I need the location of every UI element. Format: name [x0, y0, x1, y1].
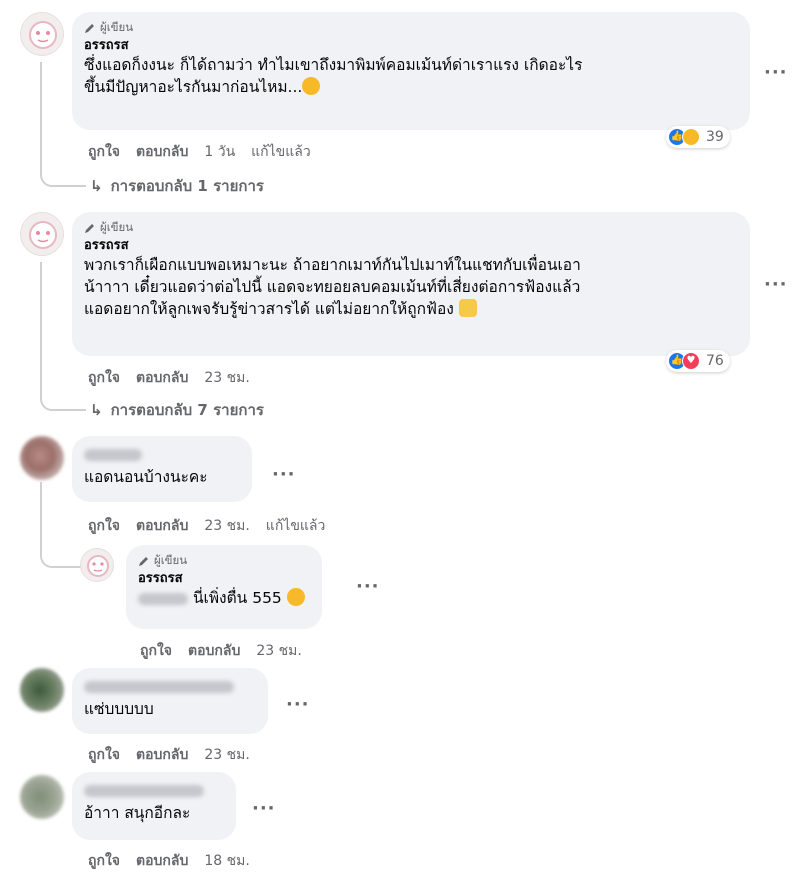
- avatar[interactable]: [20, 212, 64, 256]
- comment-bubble: แอดนอนบ้างนะคะ: [72, 436, 252, 502]
- like-button[interactable]: ถูกใจ: [88, 744, 120, 766]
- haha-reaction-icon: [682, 128, 700, 146]
- comment-text: แซ่บบบบบ: [84, 700, 154, 718]
- avatar[interactable]: [20, 436, 64, 480]
- timestamp[interactable]: 23 ชม.: [204, 515, 249, 537]
- comment-text: นี่เพิ่งตื่น 555: [138, 587, 310, 609]
- commenter-name[interactable]: อรรถรส: [84, 37, 738, 54]
- comment-bubble: แซ่บบบบบ: [72, 668, 268, 734]
- reaction-summary[interactable]: 👍 ♥ 76: [666, 350, 730, 372]
- comment-text: ซึ่งแอดก็งงนะ ก็ได้ถามว่า ทำไมเขาถึงมาพิ…: [84, 56, 583, 96]
- comment-actions: ถูกใจ ตอบกลับ 23 ชม.: [88, 744, 250, 766]
- comment-actions: ถูกใจ ตอบกลับ 1 วัน แก้ไขแล้ว: [88, 141, 311, 163]
- pencil-icon: [85, 24, 94, 33]
- more-options-icon[interactable]: ···: [252, 800, 276, 818]
- love-reaction-icon: ♥: [682, 352, 700, 370]
- tagged-user[interactable]: [138, 592, 188, 605]
- comment-actions: ถูกใจ ตอบกลับ 18 ชม.: [88, 850, 250, 872]
- pencil-icon: [85, 224, 94, 233]
- like-button[interactable]: ถูกใจ: [88, 141, 120, 163]
- more-options-icon[interactable]: ···: [272, 466, 296, 484]
- comment-bubble: ผู้เขียน อรรถรส ซึ่งแอดก็งงนะ ก็ได้ถามว่…: [72, 12, 750, 130]
- commenter-name[interactable]: [84, 449, 142, 461]
- like-button[interactable]: ถูกใจ: [88, 515, 120, 537]
- reply-button[interactable]: ตอบกลับ: [136, 367, 188, 389]
- author-badge: ผู้เขียน: [138, 553, 310, 569]
- more-options-icon[interactable]: ···: [764, 276, 788, 294]
- pencil-icon: [139, 557, 148, 566]
- timestamp[interactable]: 23 ชม.: [256, 640, 301, 662]
- comment-actions: ถูกใจ ตอบกลับ 23 ชม.: [88, 367, 250, 389]
- edited-label: แก้ไขแล้ว: [251, 144, 311, 160]
- comment-text: พวกเราก็เผือกแบบพอเหมาะนะ ถ้าอยากเมาท์กั…: [84, 256, 581, 318]
- commenter-name[interactable]: อรรถรส: [138, 570, 310, 587]
- commenter-name[interactable]: [84, 785, 204, 797]
- avatar[interactable]: [20, 775, 64, 819]
- reaction-count: 39: [706, 129, 724, 145]
- author-badge: ผู้เขียน: [84, 20, 738, 36]
- more-options-icon[interactable]: ···: [286, 696, 310, 714]
- avatar[interactable]: [80, 548, 114, 582]
- grinning-emoji-icon: [286, 588, 305, 606]
- commenter-name[interactable]: [84, 681, 234, 693]
- comment-text: อ้าาา สนุกอีกละ: [84, 804, 191, 822]
- view-replies-link[interactable]: ↳ การตอบกลับ 7 รายการ: [90, 398, 264, 422]
- reply-button[interactable]: ตอบกลับ: [136, 850, 188, 872]
- timestamp[interactable]: 1 วัน: [204, 141, 235, 163]
- reaction-summary[interactable]: 👍 39: [666, 126, 730, 148]
- timestamp[interactable]: 18 ชม.: [204, 850, 249, 872]
- timestamp[interactable]: 23 ชม.: [204, 367, 249, 389]
- avatar[interactable]: [20, 12, 64, 56]
- comment-actions: ถูกใจ ตอบกลับ 23 ชม. แก้ไขแล้ว: [88, 515, 325, 537]
- reply-button[interactable]: ตอบกลับ: [188, 640, 240, 662]
- view-replies-link[interactable]: ↳ การตอบกลับ 1 รายการ: [90, 174, 264, 198]
- comment-bubble: อ้าาา สนุกอีกละ: [72, 772, 236, 840]
- comment-actions: ถูกใจ ตอบกลับ 23 ชม.: [140, 640, 302, 662]
- reply-arrow-icon: ↳: [90, 177, 103, 195]
- reply-arrow-icon: ↳: [90, 401, 103, 419]
- thinking-emoji-icon: [302, 77, 321, 95]
- more-options-icon[interactable]: ···: [764, 64, 788, 82]
- comment-text: แอดนอนบ้างนะคะ: [84, 468, 208, 486]
- more-options-icon[interactable]: ···: [356, 578, 380, 596]
- like-button[interactable]: ถูกใจ: [140, 640, 172, 662]
- reply-button[interactable]: ตอบกลับ: [136, 744, 188, 766]
- like-button[interactable]: ถูกใจ: [88, 850, 120, 872]
- author-badge: ผู้เขียน: [84, 220, 738, 236]
- comment-bubble: ผู้เขียน อรรถรส นี่เพิ่งตื่น 555: [126, 545, 322, 629]
- avatar[interactable]: [20, 668, 64, 712]
- reply-button[interactable]: ตอบกลับ: [136, 141, 188, 163]
- like-button[interactable]: ถูกใจ: [88, 367, 120, 389]
- edited-label: แก้ไขแล้ว: [265, 518, 326, 534]
- ok-hand-emoji-icon: [458, 299, 477, 317]
- timestamp[interactable]: 23 ชม.: [204, 744, 249, 766]
- reply-button[interactable]: ตอบกลับ: [136, 515, 188, 537]
- commenter-name[interactable]: อรรถรส: [84, 237, 738, 254]
- reaction-count: 76: [706, 353, 724, 369]
- comment-bubble: ผู้เขียน อรรถรส พวกเราก็เผือกแบบพอเหมาะน…: [72, 212, 750, 356]
